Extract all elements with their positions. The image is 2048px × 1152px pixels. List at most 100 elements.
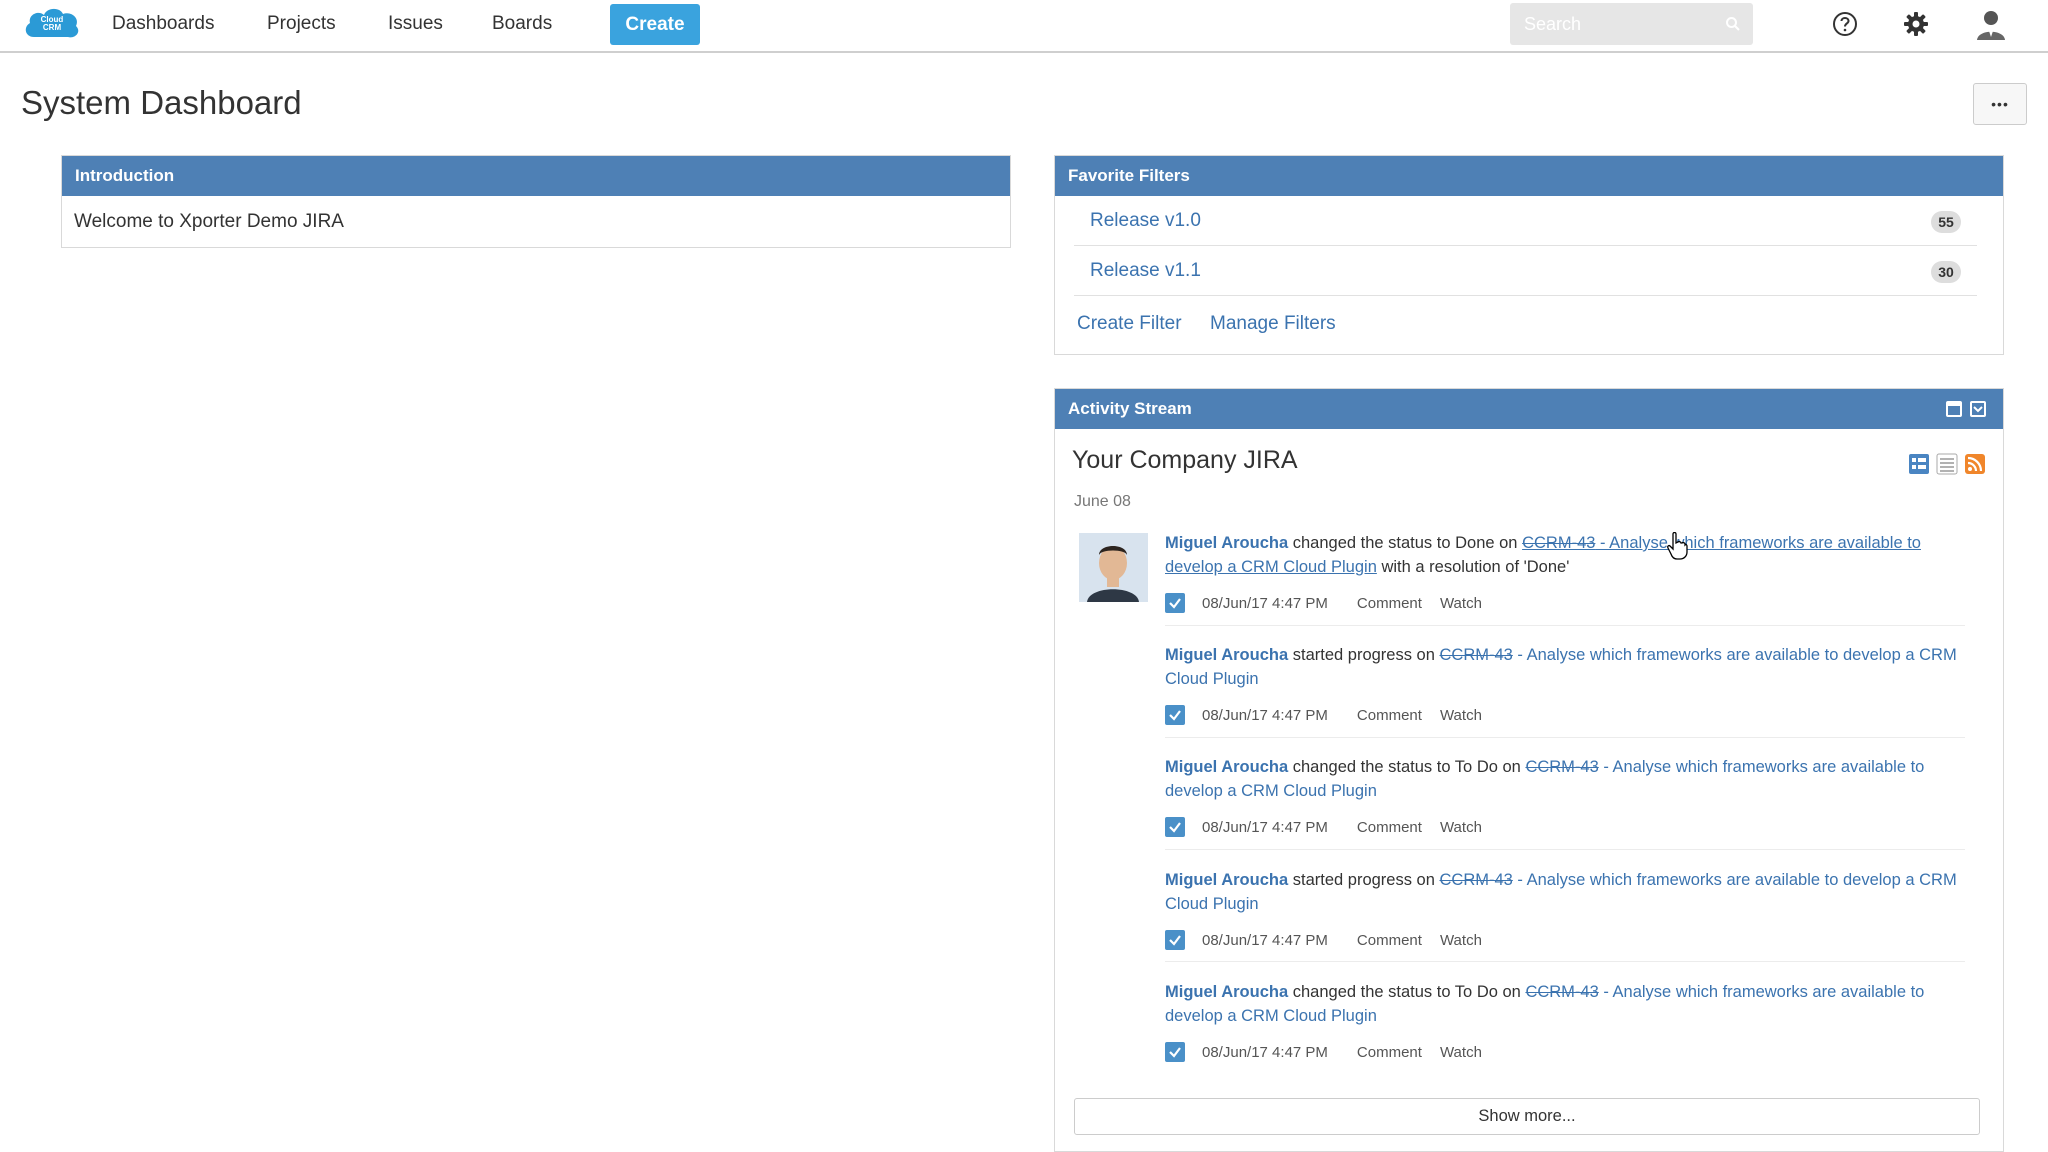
divider — [1165, 961, 1965, 962]
list-view-icon[interactable] — [1936, 453, 1958, 475]
top-navigation-bar: Cloud CRM Dashboards Projects Issues Boa… — [0, 0, 2048, 53]
task-type-icon — [1165, 705, 1185, 725]
user-link[interactable]: Miguel Aroucha — [1165, 758, 1288, 776]
watch-link[interactable]: Watch — [1440, 707, 1482, 724]
nav-projects[interactable]: Projects — [267, 13, 336, 35]
activity-action: changed the status to Done on — [1288, 534, 1523, 552]
activity-action: started progress on — [1288, 871, 1440, 889]
watch-link[interactable]: Watch — [1440, 819, 1482, 836]
divider — [1165, 849, 1965, 850]
timestamp[interactable]: 08/Jun/17 4:47 PM — [1202, 595, 1328, 612]
issue-key-link[interactable]: CCRM-43 — [1522, 534, 1595, 552]
activity-entry: Miguel Aroucha started progress on CCRM-… — [1165, 643, 1965, 726]
timestamp[interactable]: 08/Jun/17 4:47 PM — [1202, 707, 1328, 724]
watch-link[interactable]: Watch — [1440, 932, 1482, 949]
help-icon[interactable] — [1831, 10, 1859, 38]
search-placeholder: Search — [1524, 14, 1582, 34]
date-group-label: June 08 — [1074, 493, 1131, 510]
comment-link[interactable]: Comment — [1357, 932, 1422, 949]
filter-count-badge: 30 — [1931, 261, 1961, 283]
create-filter-link[interactable]: Create Filter — [1077, 313, 1182, 335]
activity-text: Miguel Aroucha changed the status to Don… — [1165, 531, 1965, 579]
ellipsis-icon: ••• — [1991, 96, 2009, 112]
task-type-icon — [1165, 1042, 1185, 1062]
activity-meta: 08/Jun/17 4:47 PM Comment Watch — [1165, 816, 1965, 838]
activity-action: changed the status to To Do on — [1288, 758, 1526, 776]
filter-count-badge: 55 — [1931, 211, 1961, 233]
manage-filters-link[interactable]: Manage Filters — [1210, 313, 1336, 335]
create-button[interactable]: Create — [610, 4, 700, 45]
user-link[interactable]: Miguel Aroucha — [1165, 646, 1288, 664]
divider — [1165, 737, 1965, 738]
nav-dashboards[interactable]: Dashboards — [112, 13, 214, 35]
activity-stream-heading: Activity Stream — [1055, 389, 2003, 429]
view-options — [1908, 453, 1986, 475]
full-view-icon[interactable] — [1908, 453, 1930, 475]
comment-link[interactable]: Comment — [1357, 595, 1422, 612]
timestamp[interactable]: 08/Jun/17 4:47 PM — [1202, 932, 1328, 949]
introduction-panel: Introduction Welcome to Xporter Demo JIR… — [61, 155, 1011, 248]
task-type-icon — [1165, 930, 1185, 950]
filter-name[interactable]: Release v1.0 — [1090, 210, 1201, 232]
comment-link[interactable]: Comment — [1357, 1044, 1422, 1061]
divider — [1165, 625, 1965, 626]
filter-name[interactable]: Release v1.1 — [1090, 260, 1201, 282]
panel-controls — [1946, 401, 1986, 417]
activity-stream-heading-label: Activity Stream — [1068, 399, 1192, 418]
task-type-icon — [1165, 593, 1185, 613]
nav-boards[interactable]: Boards — [492, 13, 552, 35]
activity-entry: Miguel Aroucha started progress on CCRM-… — [1165, 868, 1965, 951]
activity-entry: Miguel Aroucha changed the status to Don… — [1165, 531, 1965, 614]
activity-stream-panel: Activity Stream Your Company JIRA June 0… — [1054, 388, 2004, 1152]
activity-meta: 08/Jun/17 4:47 PM Comment Watch — [1165, 592, 1965, 614]
search-icon — [1726, 17, 1740, 31]
timestamp[interactable]: 08/Jun/17 4:47 PM — [1202, 1044, 1328, 1061]
activity-text: Miguel Aroucha started progress on CCRM-… — [1165, 643, 1965, 691]
filter-row[interactable]: Release v1.1 30 — [1074, 246, 1977, 296]
activity-action: changed the status to To Do on — [1288, 983, 1526, 1001]
show-more-button[interactable]: Show more... — [1074, 1098, 1980, 1135]
activity-meta: 08/Jun/17 4:47 PM Comment Watch — [1165, 704, 1965, 726]
page-title: System Dashboard — [21, 84, 302, 121]
activity-text: Miguel Aroucha started progress on CCRM-… — [1165, 868, 1965, 916]
search-input[interactable]: Search — [1510, 3, 1753, 45]
comment-link[interactable]: Comment — [1357, 819, 1422, 836]
watch-link[interactable]: Watch — [1440, 1044, 1482, 1061]
favorite-filters-heading: Favorite Filters — [1055, 156, 2003, 196]
user-link[interactable]: Miguel Aroucha — [1165, 534, 1288, 552]
activity-text: Miguel Aroucha changed the status to To … — [1165, 980, 1965, 1028]
user-link[interactable]: Miguel Aroucha — [1165, 871, 1288, 889]
activity-meta: 08/Jun/17 4:47 PM Comment Watch — [1165, 1041, 1965, 1063]
gear-icon[interactable] — [1902, 10, 1930, 38]
timestamp[interactable]: 08/Jun/17 4:47 PM — [1202, 819, 1328, 836]
issue-key-link[interactable]: CCRM-43 — [1525, 983, 1598, 1001]
user-link[interactable]: Miguel Aroucha — [1165, 983, 1288, 1001]
introduction-text: Welcome to Xporter Demo JIRA — [74, 211, 344, 232]
rss-feed-icon[interactable] — [1964, 453, 1986, 475]
minimize-icon[interactable] — [1946, 401, 1962, 417]
activity-meta: 08/Jun/17 4:47 PM Comment Watch — [1165, 929, 1965, 951]
activity-text: Miguel Aroucha changed the status to To … — [1165, 755, 1965, 803]
panel-menu-chevron-icon[interactable] — [1970, 401, 1986, 417]
cloud-crm-logo[interactable]: Cloud CRM — [22, 3, 82, 43]
user-avatar-photo[interactable] — [1079, 533, 1148, 602]
activity-action: started progress on — [1288, 646, 1440, 664]
logo-text: Cloud CRM — [40, 15, 64, 32]
issue-key-link[interactable]: CCRM-43 — [1439, 646, 1512, 664]
activity-suffix: with a resolution of 'Done' — [1376, 558, 1570, 576]
nav-issues[interactable]: Issues — [388, 13, 443, 35]
hand-cursor-icon — [1667, 532, 1688, 560]
introduction-heading: Introduction — [62, 156, 1010, 196]
stream-title: Your Company JIRA — [1072, 446, 1298, 474]
task-type-icon — [1165, 817, 1185, 837]
watch-link[interactable]: Watch — [1440, 595, 1482, 612]
activity-entry: Miguel Aroucha changed the status to To … — [1165, 980, 1965, 1063]
user-avatar-icon[interactable] — [1974, 7, 2008, 41]
issue-key-link[interactable]: CCRM-43 — [1525, 758, 1598, 776]
activity-entry: Miguel Aroucha changed the status to To … — [1165, 755, 1965, 838]
issue-key-link[interactable]: CCRM-43 — [1439, 871, 1512, 889]
comment-link[interactable]: Comment — [1357, 707, 1422, 724]
favorite-filters-panel: Favorite Filters Release v1.0 55 Release… — [1054, 155, 2004, 355]
filter-row[interactable]: Release v1.0 55 — [1074, 196, 1977, 246]
more-actions-button[interactable]: ••• — [1973, 83, 2027, 125]
